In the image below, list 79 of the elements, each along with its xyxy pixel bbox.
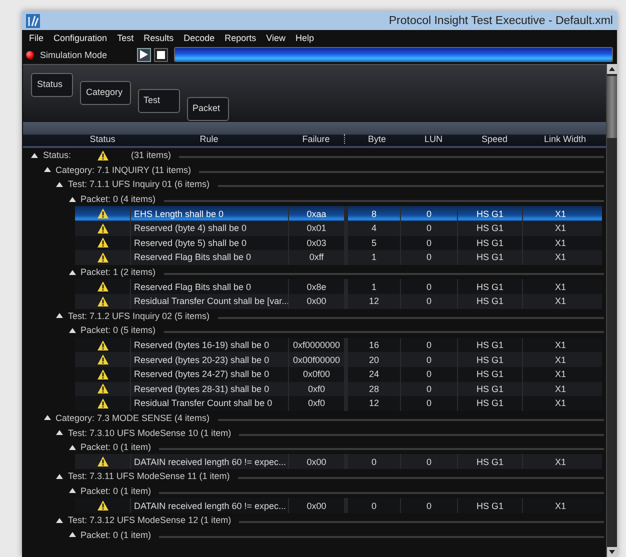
column-header[interactable]: Speed: [462, 134, 527, 144]
rule-cell: Residual Transfer Count shall be [var...: [130, 294, 288, 309]
byte-cell: 12: [344, 294, 400, 309]
byte-cell: 1: [344, 250, 400, 265]
result-row[interactable]: Reserved (bytes 20-23) shall be 0 0x00f00000 20 0 HS G1 X1: [75, 352, 602, 367]
group-label: Test: 7.3.12 UFS ModeSense 12 (1 item): [68, 515, 232, 526]
link-width-cell: X1: [522, 250, 598, 265]
group-label: Packet: 0 (4 items): [80, 194, 156, 204]
group-label: Test: 7.1.1 UFS Inquiry 01 (6 items): [68, 179, 210, 190]
group-label: Packet: 0 (1 item): [80, 486, 152, 496]
column-header[interactable]: Byte: [349, 134, 405, 144]
result-row[interactable]: Reserved Flag Bits shall be 0 0xff 1 0 HS G1 X1: [75, 250, 602, 265]
failure-cell: 0x00: [288, 498, 344, 513]
rule-cell: Residual Transfer Count shall be 0: [130, 396, 288, 411]
result-row[interactable]: Reserved (byte 5) shall be 0 0x03 5 0 HS G1 X1: [75, 236, 602, 250]
byte-cell: 0: [344, 454, 400, 470]
result-row[interactable]: Reserved (byte 4) shall be 0 0x01 4 0 HS G1 X1: [75, 220, 602, 236]
link-width-cell: X1: [522, 396, 598, 411]
speed-cell: HS G1: [457, 454, 522, 470]
mode-label: Simulation Mode: [40, 50, 108, 60]
result-row[interactable]: Reserved (bytes 28-31) shall be 0 0xf0 28 0 HS G1 X1: [75, 382, 602, 396]
group-by-chip[interactable]: Test: [138, 89, 180, 113]
group-label: Category: 7.1 INQUIRY (11 items): [56, 164, 192, 175]
lun-cell: 0: [400, 250, 457, 265]
item-count: (31 items): [131, 150, 172, 160]
lun-cell: 0: [400, 294, 457, 309]
result-row[interactable]: DATAIN received length 60 != expec... 0x00 0 0 HS G1 X1: [75, 498, 602, 513]
group-label: Test: 7.3.11 UFS ModeSense 11 (1 item): [68, 471, 230, 482]
lun-cell: 0: [400, 454, 457, 470]
result-row[interactable]: DATAIN received length 60 != expec... 0x00 0 0 HS G1 X1: [75, 454, 602, 470]
byte-cell: 0: [344, 498, 400, 513]
failure-cell: 0x00: [288, 454, 344, 470]
group-label: Status:: [43, 150, 72, 160]
result-row[interactable]: Residual Transfer Count shall be 0 0xf0 12 0 HS G1 X1: [75, 396, 602, 411]
menu-item[interactable]: Test: [112, 32, 139, 42]
column-header[interactable]: Status: [75, 134, 130, 144]
link-width-cell: X1: [522, 498, 598, 513]
speed-cell: HS G1: [457, 396, 522, 411]
speed-cell: HS G1: [457, 498, 522, 513]
link-width-cell: X1: [522, 454, 598, 470]
speed-cell: HS G1: [457, 250, 522, 265]
byte-cell: 12: [344, 396, 400, 411]
menu-item[interactable]: Results: [138, 32, 179, 42]
failure-cell: 0x00: [288, 294, 344, 309]
column-header[interactable]: Rule: [130, 134, 288, 144]
column-header[interactable]: Link Width: [527, 134, 603, 144]
failure-cell: 0xf0: [288, 396, 344, 411]
group-label: Packet: 1 (2 items): [80, 267, 156, 278]
group-label: Test: 7.3.10 UFS ModeSense 10 (1 item): [68, 428, 232, 438]
column-header[interactable]: LUN: [405, 134, 462, 144]
group-label: Packet: 0 (1 item): [80, 442, 152, 452]
result-row[interactable]: EHS Length shall be 0 0xaa 8 0 HS G1 X1: [75, 206, 602, 221]
menu-item[interactable]: View: [261, 32, 290, 42]
link-width-cell: X1: [522, 294, 598, 309]
result-row[interactable]: Residual Transfer Count shall be [var... 0x00 12 0 HS G1 X1: [75, 294, 602, 309]
rule-cell: Reserved Flag Bits shall be 0: [130, 250, 288, 265]
menu-item[interactable]: Help: [290, 32, 320, 42]
column-header[interactable]: Failure: [288, 134, 345, 144]
menu-item[interactable]: Configuration: [48, 32, 112, 42]
group-label: Packet: 0 (5 items): [80, 325, 156, 336]
result-row[interactable]: Reserved Flag Bits shall be 0 0x8e 1 0 HS G1 X1: [75, 279, 602, 294]
menu-item[interactable]: Reports: [220, 32, 262, 42]
group-label: Test: 7.1.2 UFS Inquiry 02 (5 items): [68, 310, 210, 321]
speed-cell: HS G1: [457, 294, 522, 309]
group-by-chip[interactable]: Packet: [186, 97, 229, 121]
failure-cell: 0xff: [288, 250, 344, 265]
menu-item[interactable]: File: [24, 32, 49, 42]
result-row[interactable]: Reserved (bytes 16-19) shall be 0 0xf0000000 16 0 HS G1 X1: [75, 338, 602, 352]
menu-item[interactable]: Decode: [178, 32, 220, 42]
group-by-chip[interactable]: Status: [31, 73, 73, 97]
result-row[interactable]: Reserved (bytes 24-27) shall be 0 0x0f00 24 0 HS G1 X1: [75, 366, 602, 382]
lun-cell: 0: [400, 498, 457, 513]
rule-cell: DATAIN received length 60 != expec...: [130, 454, 288, 470]
rule-cell: DATAIN received length 60 != expec...: [130, 498, 288, 513]
window-title: Protocol Insight Test Executive - Default.xml: [388, 14, 613, 26]
group-label: Category: 7.3 MODE SENSE (4 items): [56, 412, 210, 423]
lun-cell: 0: [400, 396, 457, 411]
group-label: Packet: 0 (1 item): [80, 530, 152, 540]
group-by-chip[interactable]: Category: [80, 81, 131, 105]
